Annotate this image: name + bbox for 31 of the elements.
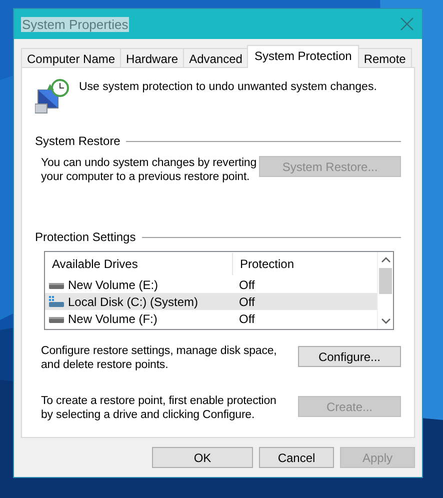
window-title: System Properties bbox=[21, 16, 130, 32]
button[interactable]: Configure... bbox=[298, 346, 401, 367]
scroll-up-icon[interactable] bbox=[380, 256, 390, 264]
scroll-down-icon[interactable] bbox=[380, 317, 390, 325]
section-heading: System Restore bbox=[35, 134, 120, 148]
column-header[interactable]: Protection bbox=[233, 257, 294, 271]
tab[interactable]: Remote bbox=[358, 48, 412, 68]
drive-icon bbox=[48, 296, 65, 308]
drive-name: Local Disk (C:) (System) bbox=[68, 294, 198, 308]
drive-name: New Volume (E:) bbox=[68, 278, 158, 292]
tab[interactable]: Computer Name bbox=[21, 48, 122, 68]
protection-status: Off bbox=[238, 278, 255, 292]
scroll-thumb[interactable] bbox=[379, 268, 392, 294]
button[interactable]: OK bbox=[152, 447, 253, 468]
list-row[interactable]: Local Disk (C:) (System) Off bbox=[45, 293, 377, 310]
scrollbar[interactable] bbox=[377, 252, 393, 329]
computer-icon bbox=[35, 78, 71, 114]
close-icon[interactable] bbox=[400, 17, 414, 31]
column-header[interactable]: Available Drives bbox=[45, 257, 232, 271]
button[interactable]: Cancel bbox=[259, 447, 334, 468]
list-row[interactable]: New Volume (E:) Off bbox=[45, 276, 377, 293]
section-heading: Protection Settings bbox=[35, 230, 136, 244]
protection-status: Off bbox=[238, 294, 255, 308]
description-text: Use system protection to undo unwanted system changes. bbox=[79, 81, 377, 93]
description-text: Configure restore settings, manage disk space, and delete restore points. bbox=[41, 344, 278, 372]
description-text: To create a restore point, first enable protection by selecting a drive and clicking Configure. bbox=[41, 394, 278, 422]
protection-status: Off bbox=[238, 312, 255, 326]
drive-name: New Volume (F:) bbox=[68, 312, 158, 326]
list-row[interactable]: New Volume (F:) Off bbox=[45, 310, 377, 327]
tab[interactable]: System Protection bbox=[247, 45, 359, 68]
description-text: You can undo system changes by reverting your computer to a previous restore point. bbox=[41, 156, 258, 184]
